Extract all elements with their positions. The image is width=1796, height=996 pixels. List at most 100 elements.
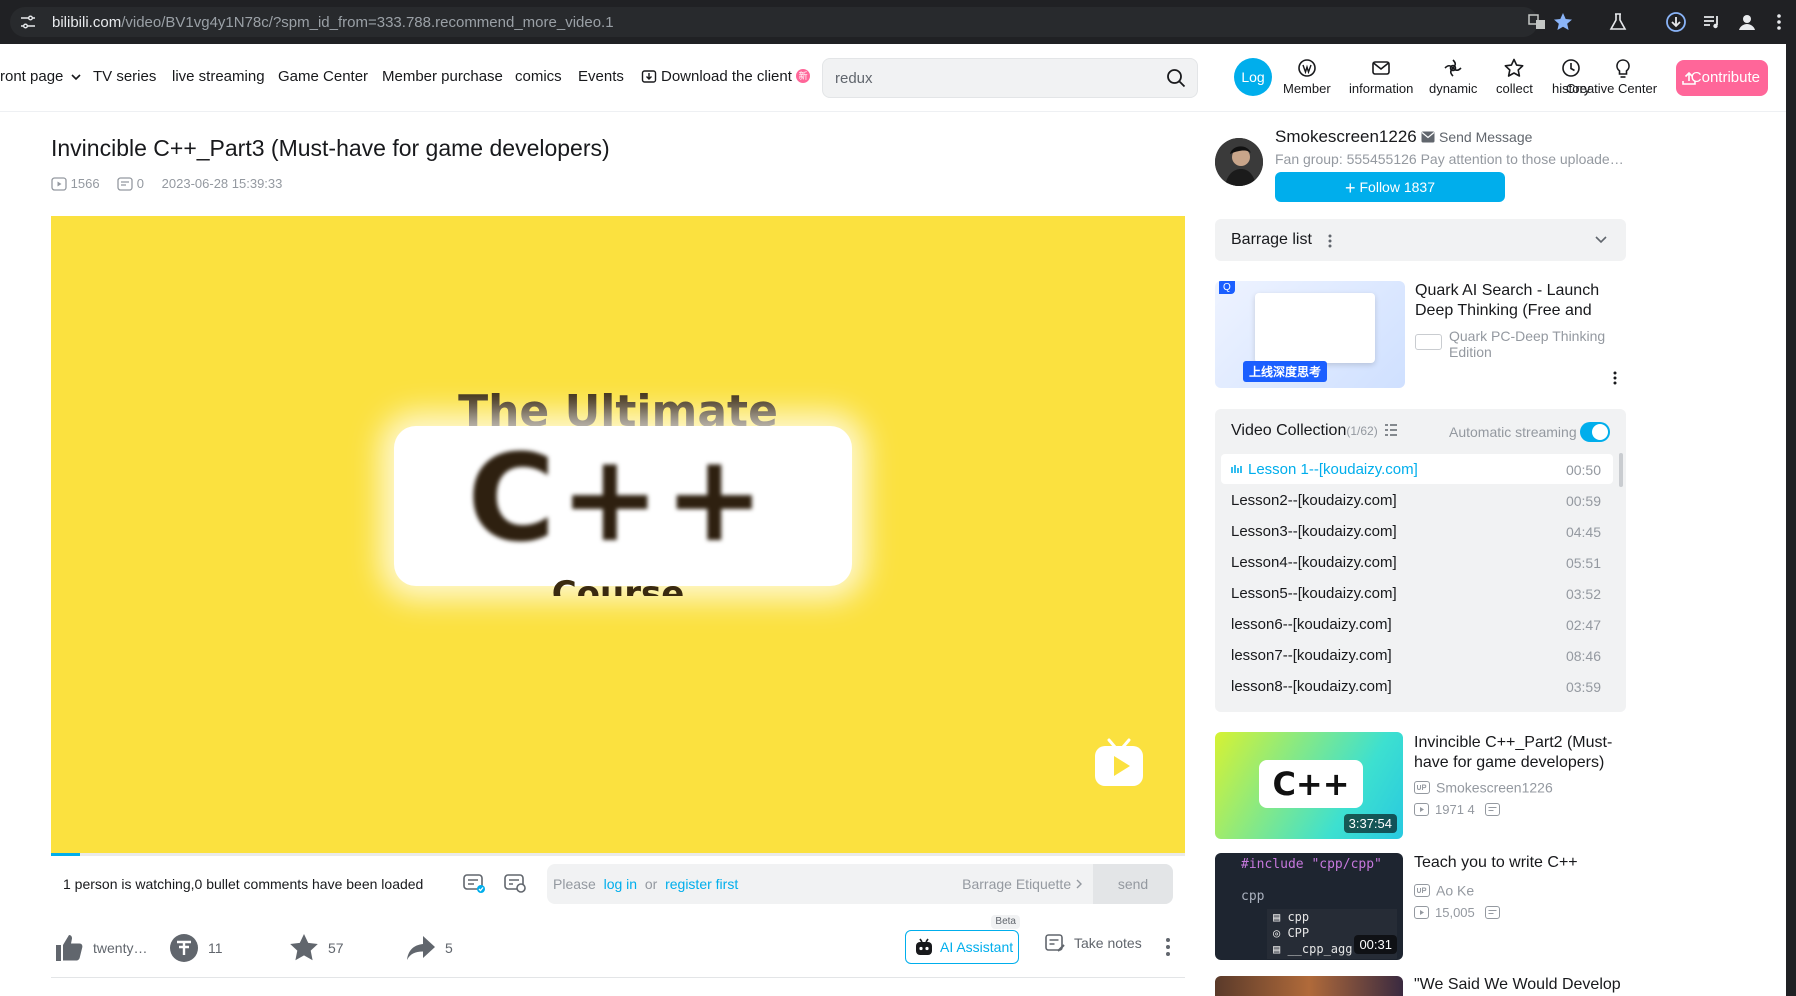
browser-menu-icon[interactable] [1768,11,1790,33]
nav-front-page-label: ront page [0,68,64,85]
nav-events[interactable]: Events [578,68,624,85]
uploader-name[interactable]: Smokescreen1226 [1275,127,1417,147]
send-button[interactable]: send [1093,864,1173,904]
nav-tv-series[interactable]: TV series [93,68,156,85]
nav-comics[interactable]: comics [515,68,562,85]
collection-list-icon[interactable] [1384,423,1398,437]
danmaku-toggle-icon[interactable] [462,872,486,894]
nav-game-center[interactable]: Game Center [278,68,368,85]
recommendation-thumbnail[interactable]: C++ 3:37:54 [1215,732,1403,839]
login-avatar-button[interactable]: Log [1234,58,1272,96]
search-icon[interactable] [1165,67,1187,89]
header-collect-label: collect [1496,81,1533,96]
collection-episode-7[interactable]: lesson7--[koudaizy.com] 08:46 [1221,640,1613,670]
bookmark-star-icon[interactable] [1552,11,1574,33]
episode-duration: 02:47 [1565,617,1601,633]
nav-download-client[interactable]: Download the client 新 [641,68,811,85]
danmaku-input-box[interactable]: Please log in or register first Barrage … [547,864,1173,904]
follow-button[interactable]: + Follow 1837 [1275,172,1505,202]
media-controls-icon[interactable] [1701,11,1723,33]
recommendation-danmaku: 4 [1467,802,1475,818]
like-button[interactable]: twenty… [53,932,147,964]
chevron-right-icon [1076,879,1082,889]
recommendation-uploader[interactable]: Smokescreen1226 [1414,778,1553,795]
translate-icon[interactable] [1526,11,1548,33]
nav-live-streaming[interactable]: live streaming [172,68,265,85]
upload-icon [1682,71,1696,85]
episode-name: Lesson3--[koudaizy.com] [1231,523,1397,540]
header-member[interactable]: Member [1283,57,1331,96]
coin-count: 11 [208,940,223,956]
header-member-label: Member [1283,81,1331,96]
more-options-icon[interactable] [1161,936,1175,958]
uploader-avatar[interactable] [1215,138,1263,186]
expand-chevron-icon[interactable] [1595,235,1607,245]
content-divider [51,977,1185,978]
favorite-button[interactable]: 57 [288,932,344,964]
bilibili-play-logo-icon[interactable] [1091,734,1147,790]
recommendation-thumb-text: C++ [1259,760,1363,808]
play-count-icon [51,176,67,191]
ai-assistant-button[interactable]: AI Assistant Beta [905,915,1020,964]
header-creative-center[interactable]: Creative Center [1566,57,1657,96]
site-settings-icon[interactable] [20,15,36,29]
coin-button[interactable]: 11 [168,932,223,964]
video-player[interactable]: The Ultimate C++ Course [51,216,1185,854]
contribute-button[interactable]: Contribute [1676,60,1768,96]
recommendation-thumbnail[interactable]: #include "cpp/cpp" cpp ▤ cpp ◎ CPP ▤ __cpp… [1215,853,1403,960]
episode-duration: 05:51 [1565,555,1601,571]
header-information[interactable]: information [1349,57,1413,96]
ai-assistant-label: AI Assistant [940,939,1014,955]
recommendation-title[interactable]: Invincible C++_Part2 (Must-have for game… [1414,733,1626,773]
share-count: 5 [445,940,453,956]
send-message-link[interactable]: Send Message [1421,129,1532,145]
barrage-list-panel[interactable]: Barrage list [1215,219,1626,261]
collection-episode-3[interactable]: Lesson3--[koudaizy.com] 04:45 [1221,516,1613,546]
episode-name: Lesson2--[koudaizy.com] [1231,492,1397,509]
share-button[interactable]: 5 [405,932,453,964]
register-link[interactable]: register first [665,876,738,892]
collection-episode-6[interactable]: lesson6--[koudaizy.com] 02:47 [1221,609,1613,639]
downloads-icon[interactable] [1665,11,1687,33]
barrage-more-icon[interactable] [1327,233,1333,249]
login-link[interactable]: log in [604,876,637,892]
search-input[interactable] [835,67,1145,89]
dynamic-icon [1444,59,1462,77]
take-notes-button[interactable]: Take notes [1044,932,1142,954]
address-bar[interactable]: bilibili.com/video/BV1vg4y1N78c/?spm_id_… [10,7,1572,37]
nav-front-page[interactable]: ront page [0,68,81,85]
collection-episode-2[interactable]: Lesson2--[koudaizy.com] 00:59 [1221,485,1613,515]
collection-episode-4[interactable]: Lesson4--[koudaizy.com] 05:51 [1221,547,1613,577]
recommendation-title[interactable]: Teach you to write C++ [1414,853,1626,873]
header-collect[interactable]: collect [1496,57,1533,96]
auto-streaming-toggle[interactable] [1580,422,1610,442]
barrage-list-title: Barrage list [1231,231,1312,248]
recommendation-title[interactable]: "We Said We Would Develop [1414,975,1626,996]
recommendation-uploader[interactable]: Ao Ke [1414,881,1474,898]
header-dynamic[interactable]: dynamic [1429,57,1477,96]
favorite-count: 57 [328,940,344,956]
collection-scrollbar[interactable] [1619,453,1623,487]
ad-more-icon[interactable] [1612,370,1618,386]
profile-icon[interactable] [1736,11,1758,33]
danmaku-settings-icon[interactable] [503,872,527,894]
download-client-icon [641,70,657,83]
labs-flask-icon[interactable] [1607,11,1629,33]
collection-episode-5[interactable]: Lesson5--[koudaizy.com] 03:52 [1221,578,1613,608]
ad-thumbnail[interactable]: Q 上线深度思考 [1215,281,1405,388]
collection-episode-1[interactable]: Lesson 1--[koudaizy.com] 00:50 [1221,454,1613,484]
episode-name: lesson6--[koudaizy.com] [1231,616,1392,633]
ad-title[interactable]: Quark AI Search - Launch Deep Thinking (… [1415,281,1625,321]
recommendation-thumbnail[interactable] [1215,976,1403,996]
quark-logo: Q [1219,281,1235,294]
episode-duration: 04:45 [1565,524,1601,540]
view-count: 1566 [70,176,100,192]
nav-member-purchase[interactable]: Member purchase [382,68,503,85]
barrage-etiquette-link[interactable]: Barrage Etiquette [962,876,1083,892]
collection-title: Video Collection(1/62) [1231,422,1398,440]
collection-episode-8[interactable]: lesson8--[koudaizy.com] 03:59 [1221,671,1613,701]
header-information-label: information [1349,81,1414,96]
ad-source: Quark PC-Deep Thinking Edition [1449,328,1606,360]
contribute-label: Contribute [1690,69,1760,86]
search-box[interactable] [822,58,1198,98]
